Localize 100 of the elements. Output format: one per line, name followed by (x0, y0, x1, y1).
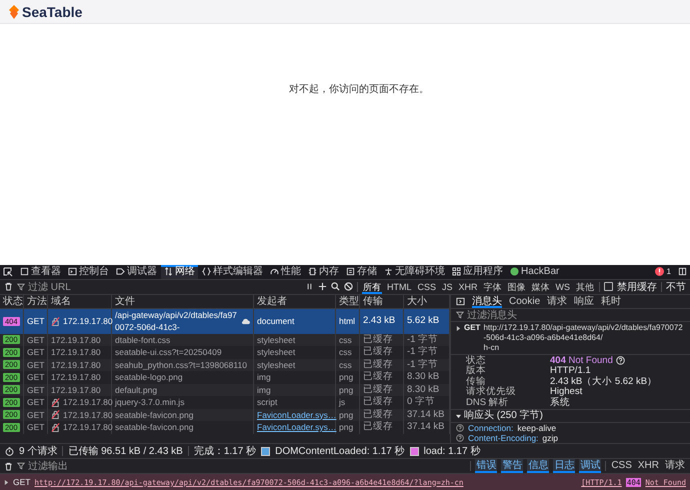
plus-icon[interactable] (318, 282, 327, 291)
field-value: HTTP/1.1 (550, 366, 591, 376)
type-text: html (339, 314, 356, 328)
log-level-toggle[interactable]: 日志 (553, 459, 576, 473)
headers-filter-field[interactable]: 过滤消息头 (451, 308, 690, 322)
column-header[interactable]: 类型 (336, 294, 360, 308)
domain-text: 172.19.17.80 (63, 421, 113, 434)
terminal-icon (68, 267, 77, 276)
devtools-tab[interactable]: 网络 (161, 264, 198, 278)
type-filter-tab[interactable]: JS (440, 280, 454, 294)
size-text: 8.30 kB (407, 371, 440, 384)
column-header[interactable]: 域名 (48, 294, 112, 308)
devtools-tab[interactable]: HackBar (507, 264, 562, 278)
dock-icon[interactable] (678, 267, 687, 276)
type-filter-tab[interactable]: HTML (386, 280, 412, 294)
details-tab[interactable]: Cookie (509, 294, 540, 308)
column-header[interactable]: 方法 (24, 294, 48, 308)
type-filter-tab[interactable]: 其他 (575, 280, 595, 294)
transferred-text: 已缓存 (363, 346, 393, 358)
details-tab[interactable]: 消息头 (472, 294, 502, 308)
initiator-text[interactable]: FaviconLoader.sys… (257, 421, 336, 434)
type-text: css (339, 346, 352, 358)
details-tab[interactable]: 耗时 (601, 294, 622, 308)
expand-arrow-icon[interactable] (4, 480, 9, 484)
initiator-text: document (257, 314, 294, 328)
devtools-tab[interactable]: 样式编辑器 (199, 264, 266, 278)
devtools-tab[interactable]: 查看器 (17, 264, 64, 278)
initiator-text[interactable]: FaviconLoader.sys… (257, 408, 336, 421)
transferred-text: 2.43 kB (363, 314, 396, 328)
transferred-text: 已缓存 (363, 421, 393, 434)
type-filter-tab[interactable]: 字体 (482, 280, 502, 294)
disable-cache-label: 禁用缓存 (617, 280, 657, 294)
devtools-tab[interactable]: 性能 (267, 264, 304, 278)
help-icon[interactable] (456, 424, 464, 432)
logo-text: SeaTable (22, 4, 82, 20)
type-filter-tab[interactable]: 所有 (362, 280, 382, 294)
field-label: 传输 (465, 376, 486, 386)
type-filter-tab[interactable]: XHR (457, 280, 478, 294)
details-tab[interactable]: 响应 (574, 294, 594, 308)
log-level-toggle[interactable]: 警告 (501, 459, 524, 473)
file-name: seatable-logo.png (115, 371, 183, 384)
transferred-text: 已缓存 (363, 371, 393, 384)
column-header[interactable]: 大小 (404, 294, 450, 308)
trash-icon[interactable] (4, 462, 13, 470)
response-headers-heading[interactable]: 响应头 (250 字节) (451, 410, 690, 423)
funnel-icon (17, 462, 25, 470)
field-value: 404 Not Found (550, 356, 613, 366)
field-label: DNS 解析 (465, 398, 510, 408)
pause-icon[interactable] (304, 282, 314, 291)
chip-icon (308, 267, 317, 276)
header-value: gzip (542, 433, 558, 443)
devtools-tab[interactable]: 控制台 (65, 264, 112, 278)
devtools-tab[interactable]: 应用程序 (449, 264, 506, 278)
tag-icon (116, 267, 125, 276)
type-filter-tab[interactable]: CSS (416, 280, 437, 294)
help-icon[interactable] (456, 434, 464, 442)
trash-icon[interactable] (4, 282, 13, 291)
method-text: GET (27, 396, 44, 408)
file-name: default.png (115, 384, 158, 396)
log-level-toggle[interactable]: 信息 (527, 459, 550, 473)
finish-time: 完成：1.17 秒 (194, 444, 256, 458)
filter-toggle[interactable]: 请求 (664, 459, 686, 473)
log-level-toggle[interactable]: 错误 (475, 459, 498, 473)
header-name: Connection: (468, 423, 514, 433)
size-text: 8.30 kB (407, 384, 440, 396)
size-text: 0 字节 (407, 396, 435, 408)
devtools-tab[interactable]: 内存 (305, 264, 342, 278)
search-icon[interactable] (330, 282, 340, 291)
panel-toggle-icon[interactable] (456, 296, 465, 306)
devtools-tab[interactable]: 存储 (343, 264, 380, 278)
devtools-tab[interactable]: 调试器 (113, 264, 160, 278)
column-header[interactable]: 发起者 (254, 294, 336, 308)
url-filter-field[interactable]: 过滤 URL (17, 280, 301, 292)
type-filter-tab[interactable]: 媒体 (530, 280, 550, 294)
funnel-icon (456, 310, 464, 318)
type-filter-tab[interactable]: 图像 (506, 280, 526, 294)
details-tab[interactable]: 请求 (547, 294, 568, 308)
expand-arrow-icon[interactable] (456, 326, 461, 330)
column-header[interactable]: 传输 (360, 294, 404, 308)
error-message: 对不起，你访问的页面不存在。 (289, 82, 429, 95)
transferred-text: 已缓存 (363, 396, 393, 408)
type-filter-tab[interactable]: WS (554, 280, 571, 294)
throttle-dropdown[interactable]: 不节 (666, 280, 686, 294)
devtools-tab[interactable]: 无障碍环境 (381, 264, 448, 278)
size-text: 5.62 kB (407, 314, 440, 328)
picker-icon[interactable] (3, 266, 13, 276)
output-filter-field[interactable]: 过滤输出 (17, 460, 240, 472)
size-text: -1 字节 (407, 346, 438, 358)
filter-toggle[interactable]: CSS (610, 459, 633, 473)
checkbox[interactable] (604, 282, 613, 291)
method-text: GET (27, 384, 44, 396)
column-header[interactable]: 状态 (0, 294, 24, 308)
field-value: 2.43 kB（大小 5.62 kB） (550, 376, 658, 387)
log-level-toggle[interactable]: 调试 (579, 459, 602, 473)
transferred-total: 已传输 96.51 kB / 2.43 kB (68, 445, 183, 458)
size-text: 37.14 kB (407, 421, 444, 434)
block-icon[interactable] (344, 282, 353, 291)
column-header[interactable]: 文件 (112, 294, 254, 308)
filter-toggle[interactable]: XHR (636, 459, 660, 473)
field-label: 版本 (465, 366, 487, 376)
